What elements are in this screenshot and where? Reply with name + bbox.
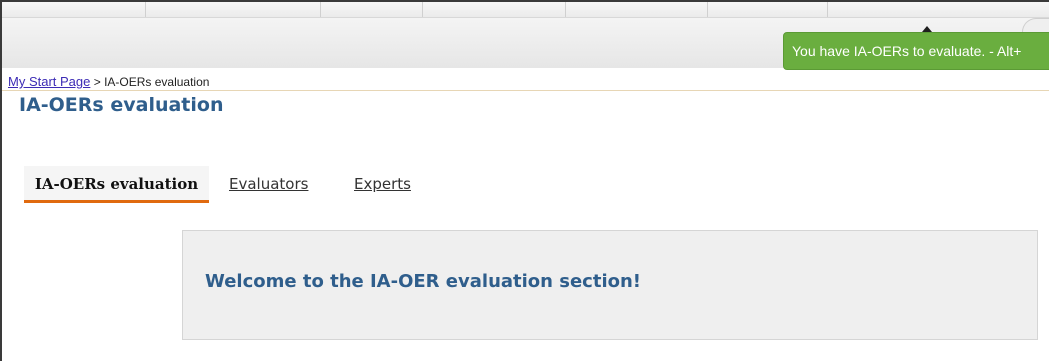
breadcrumb: My Start Page > IA-OERs evaluation	[8, 74, 209, 90]
notification-text: You have IA-OERs to evaluate. - Alt+	[792, 43, 1022, 59]
welcome-panel: Welcome to the IA-OER evaluation section…	[182, 230, 1038, 340]
welcome-message: Welcome to the IA-OER evaluation section…	[205, 271, 642, 292]
tab-ia-oers-evaluation[interactable]: IA-OERs evaluation	[24, 166, 209, 203]
tab-evaluators[interactable]: Evaluators	[229, 166, 308, 200]
tab-experts[interactable]: Experts	[354, 166, 411, 200]
toolbar-divider	[145, 2, 146, 17]
toolbar-divider	[320, 2, 321, 17]
toolbar-divider	[422, 2, 423, 17]
breadcrumb-separator: >	[90, 75, 105, 89]
page-title: IA-OERs evaluation	[19, 94, 224, 116]
breadcrumb-current: IA-OERs evaluation	[104, 75, 210, 89]
breadcrumb-home-link[interactable]: My Start Page	[8, 74, 90, 89]
top-toolbar-strip	[2, 2, 1049, 18]
breadcrumb-divider	[2, 90, 1049, 91]
app-window: You have IA-OERs to evaluate. - Alt+ My …	[0, 0, 1049, 361]
toolbar-divider	[565, 2, 566, 17]
toolbar-divider	[707, 2, 708, 17]
toolbar-divider	[827, 2, 828, 17]
notification-banner[interactable]: You have IA-OERs to evaluate. - Alt+	[783, 32, 1049, 70]
